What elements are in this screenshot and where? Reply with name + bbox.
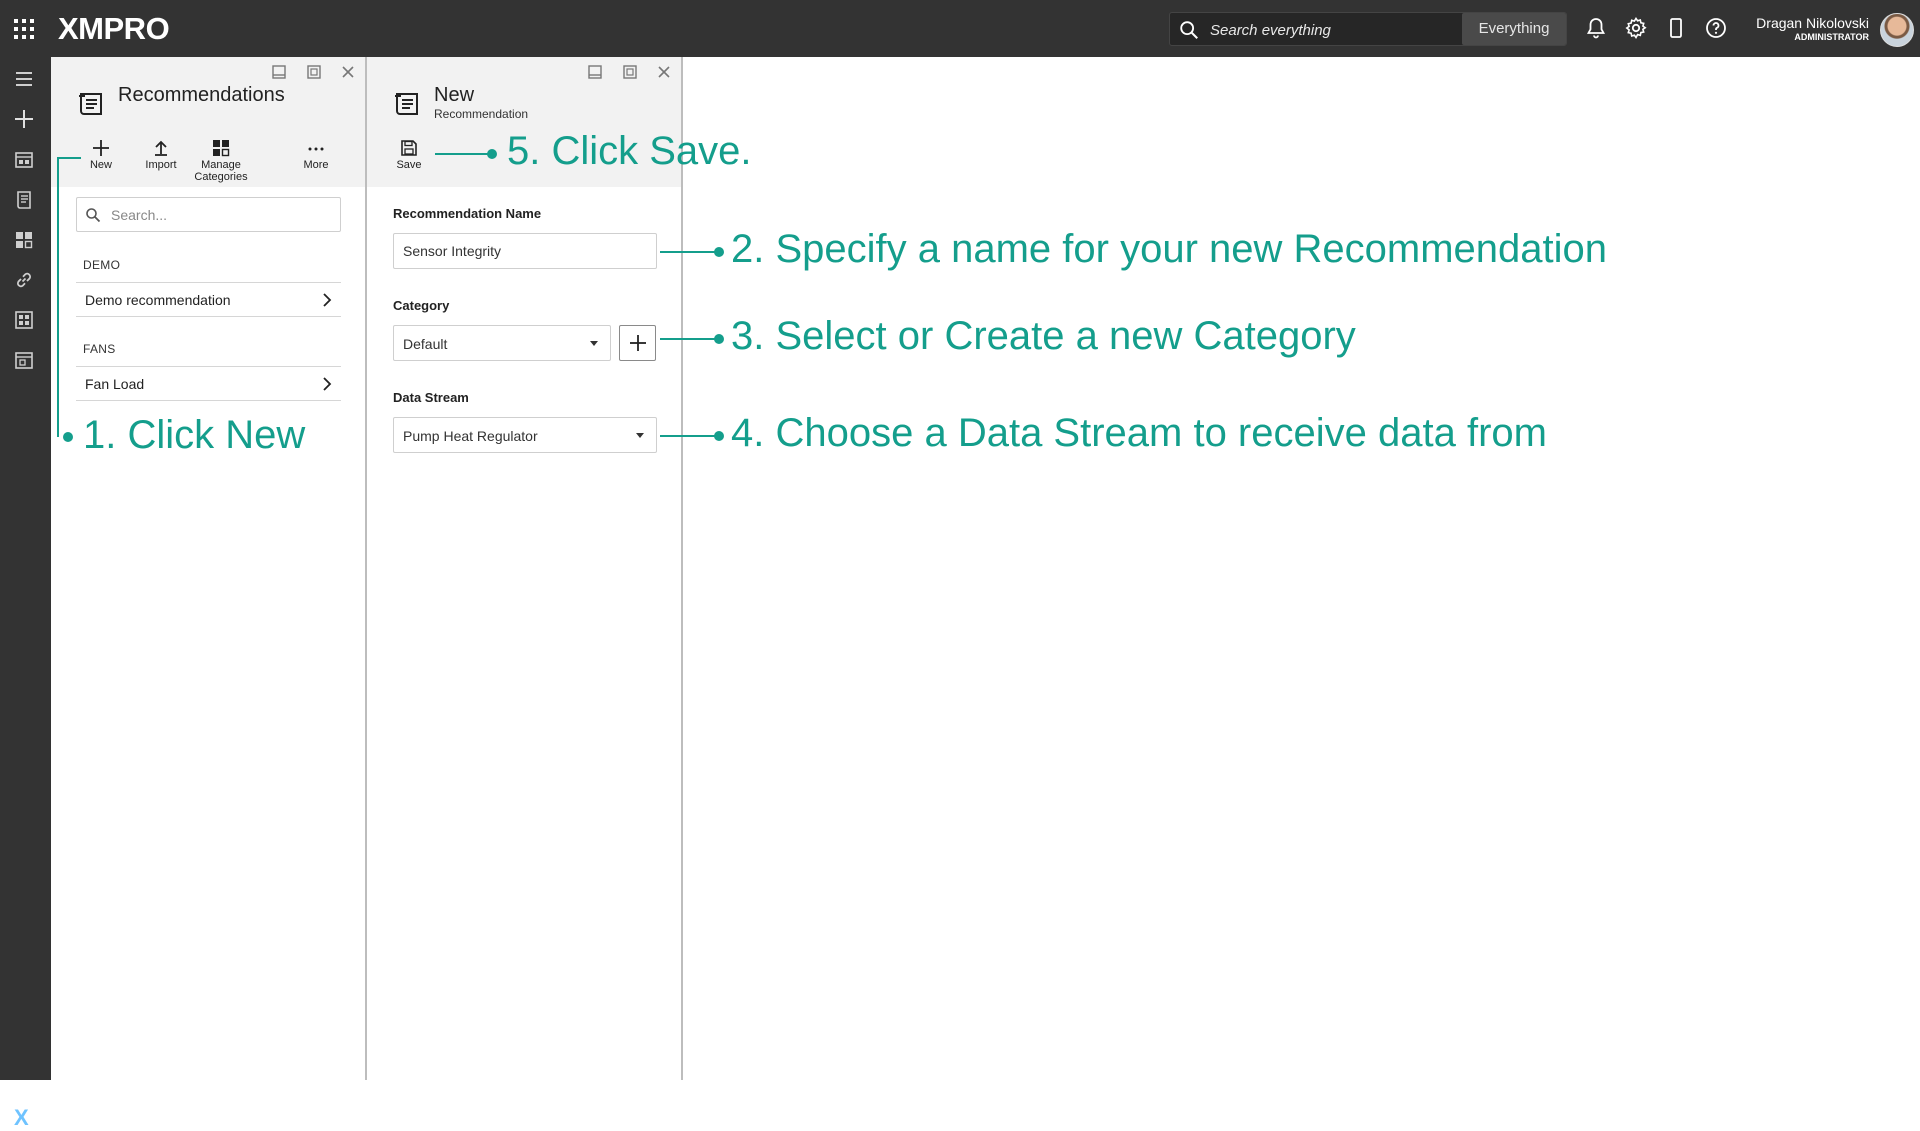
category-value: Default: [403, 336, 448, 352]
link-icon[interactable]: [13, 269, 35, 291]
plus-icon[interactable]: [13, 108, 35, 130]
recommendation-name-field[interactable]: Sensor Integrity: [393, 233, 657, 269]
calendar-icon[interactable]: [13, 349, 35, 371]
annotation-connector: [660, 435, 720, 437]
chevron-right-icon: [323, 293, 332, 307]
annotation-connector: [660, 338, 720, 340]
apps-grid-icon[interactable]: [14, 19, 34, 39]
annotation-connector: [57, 157, 59, 437]
list-item-label: Demo recommendation: [85, 292, 231, 308]
new-button-label: New: [89, 159, 112, 171]
minimize-icon[interactable]: [270, 63, 288, 81]
manage-label-line2: Categories: [194, 171, 248, 183]
annotation-step-5: 5. Click Save.: [507, 129, 752, 173]
maximize-icon[interactable]: [305, 63, 323, 81]
page-title: Recommendations: [118, 84, 285, 106]
more-dots-icon: [308, 147, 324, 151]
save-button-label: Save: [396, 159, 422, 171]
gear-icon[interactable]: [1624, 16, 1648, 40]
recommendations-icon[interactable]: [13, 189, 35, 211]
manage-categories-button[interactable]: Manage Categories: [191, 139, 251, 183]
data-stream-label: Data Stream: [393, 390, 469, 405]
new-button[interactable]: New: [71, 139, 131, 171]
import-button-label: Import: [145, 159, 177, 171]
user-role: ADMINISTRATOR: [1794, 32, 1869, 42]
recommendations-icon: [395, 93, 418, 115]
new-recommendation-panel: New Recommendation Save Recommendation N…: [367, 57, 683, 1080]
close-icon[interactable]: [339, 63, 357, 81]
save-icon: [401, 140, 417, 156]
search-placeholder: Search...: [111, 207, 168, 223]
window-controls: [258, 63, 357, 83]
recommendations-icon: [79, 93, 102, 115]
recommendation-name-label: Recommendation Name: [393, 206, 542, 221]
apps-tiles-icon[interactable]: [13, 229, 35, 251]
xmpro-logo[interactable]: XMPRO: [58, 11, 170, 47]
annotation-connector: [57, 157, 81, 159]
minimize-icon[interactable]: [586, 63, 604, 81]
list-item[interactable]: Demo recommendation: [76, 282, 341, 317]
annotation-step-3: 3. Select or Create a new Category: [731, 314, 1356, 358]
annotation-dot: [487, 149, 497, 159]
recommendations-panel: Recommendations New Import Manage Catego…: [51, 57, 367, 1080]
search-input[interactable]: Search...: [76, 197, 341, 232]
maximize-icon[interactable]: [621, 63, 639, 81]
categories-icon: [213, 140, 230, 157]
page-subtitle: Recommendation: [434, 107, 529, 121]
close-icon[interactable]: [655, 63, 673, 81]
annotation-dot: [714, 334, 724, 344]
annotation-connector: [435, 153, 490, 155]
search-placeholder: Search everything: [1210, 22, 1331, 39]
add-category-button[interactable]: [619, 325, 656, 361]
category-select[interactable]: Default: [393, 325, 611, 361]
search-icon: [86, 208, 101, 223]
group-label-demo: DEMO: [83, 258, 121, 272]
hamburger-menu-icon[interactable]: [13, 68, 35, 90]
top-bar: XMPRO Search everything Everything Draga…: [0, 0, 1920, 57]
window-controls: [574, 63, 673, 83]
bell-icon[interactable]: [1584, 16, 1608, 40]
left-navigation: X: [0, 57, 51, 1130]
annotation-step-1: 1. Click New: [83, 413, 306, 457]
annotation-step-4: 4. Choose a Data Stream to receive data …: [731, 411, 1547, 455]
data-stream-value: Pump Heat Regulator: [403, 428, 538, 444]
annotation-connector: [660, 251, 720, 253]
list-item[interactable]: Fan Load: [76, 366, 341, 401]
search-icon: [1180, 21, 1198, 39]
manage-label-line1: Manage: [201, 159, 241, 171]
more-button[interactable]: More: [286, 139, 346, 171]
avatar[interactable]: [1880, 13, 1914, 47]
xmpro-mark-icon: X: [14, 1105, 29, 1130]
save-button[interactable]: Save: [379, 139, 439, 171]
caret-down-icon: [590, 341, 598, 346]
user-name[interactable]: Dragan Nikolovski: [1756, 15, 1869, 31]
chevron-right-icon: [323, 377, 332, 391]
list-item-label: Fan Load: [85, 376, 145, 392]
more-button-label: More: [303, 159, 329, 171]
annotation-dot: [63, 432, 73, 442]
annotation-dot: [714, 431, 724, 441]
data-streams-icon[interactable]: [13, 309, 35, 331]
page-title: New: [434, 84, 475, 106]
annotation-step-2: 2. Specify a name for your new Recommend…: [731, 227, 1607, 271]
search-scope-dropdown[interactable]: Everything: [1462, 13, 1566, 45]
dashboard-icon[interactable]: [13, 149, 35, 171]
import-button[interactable]: Import: [131, 139, 191, 171]
group-label-fans: FANS: [83, 342, 116, 356]
upload-icon: [155, 140, 167, 156]
category-label: Category: [393, 298, 450, 313]
mobile-device-icon[interactable]: [1664, 16, 1688, 40]
panel-header: Recommendations New Import Manage Catego…: [51, 57, 365, 187]
plus-icon: [93, 140, 109, 156]
annotation-dot: [714, 247, 724, 257]
plus-icon: [630, 335, 646, 351]
data-stream-select[interactable]: Pump Heat Regulator: [393, 417, 657, 453]
caret-down-icon: [636, 433, 644, 438]
help-icon[interactable]: [1704, 16, 1728, 40]
